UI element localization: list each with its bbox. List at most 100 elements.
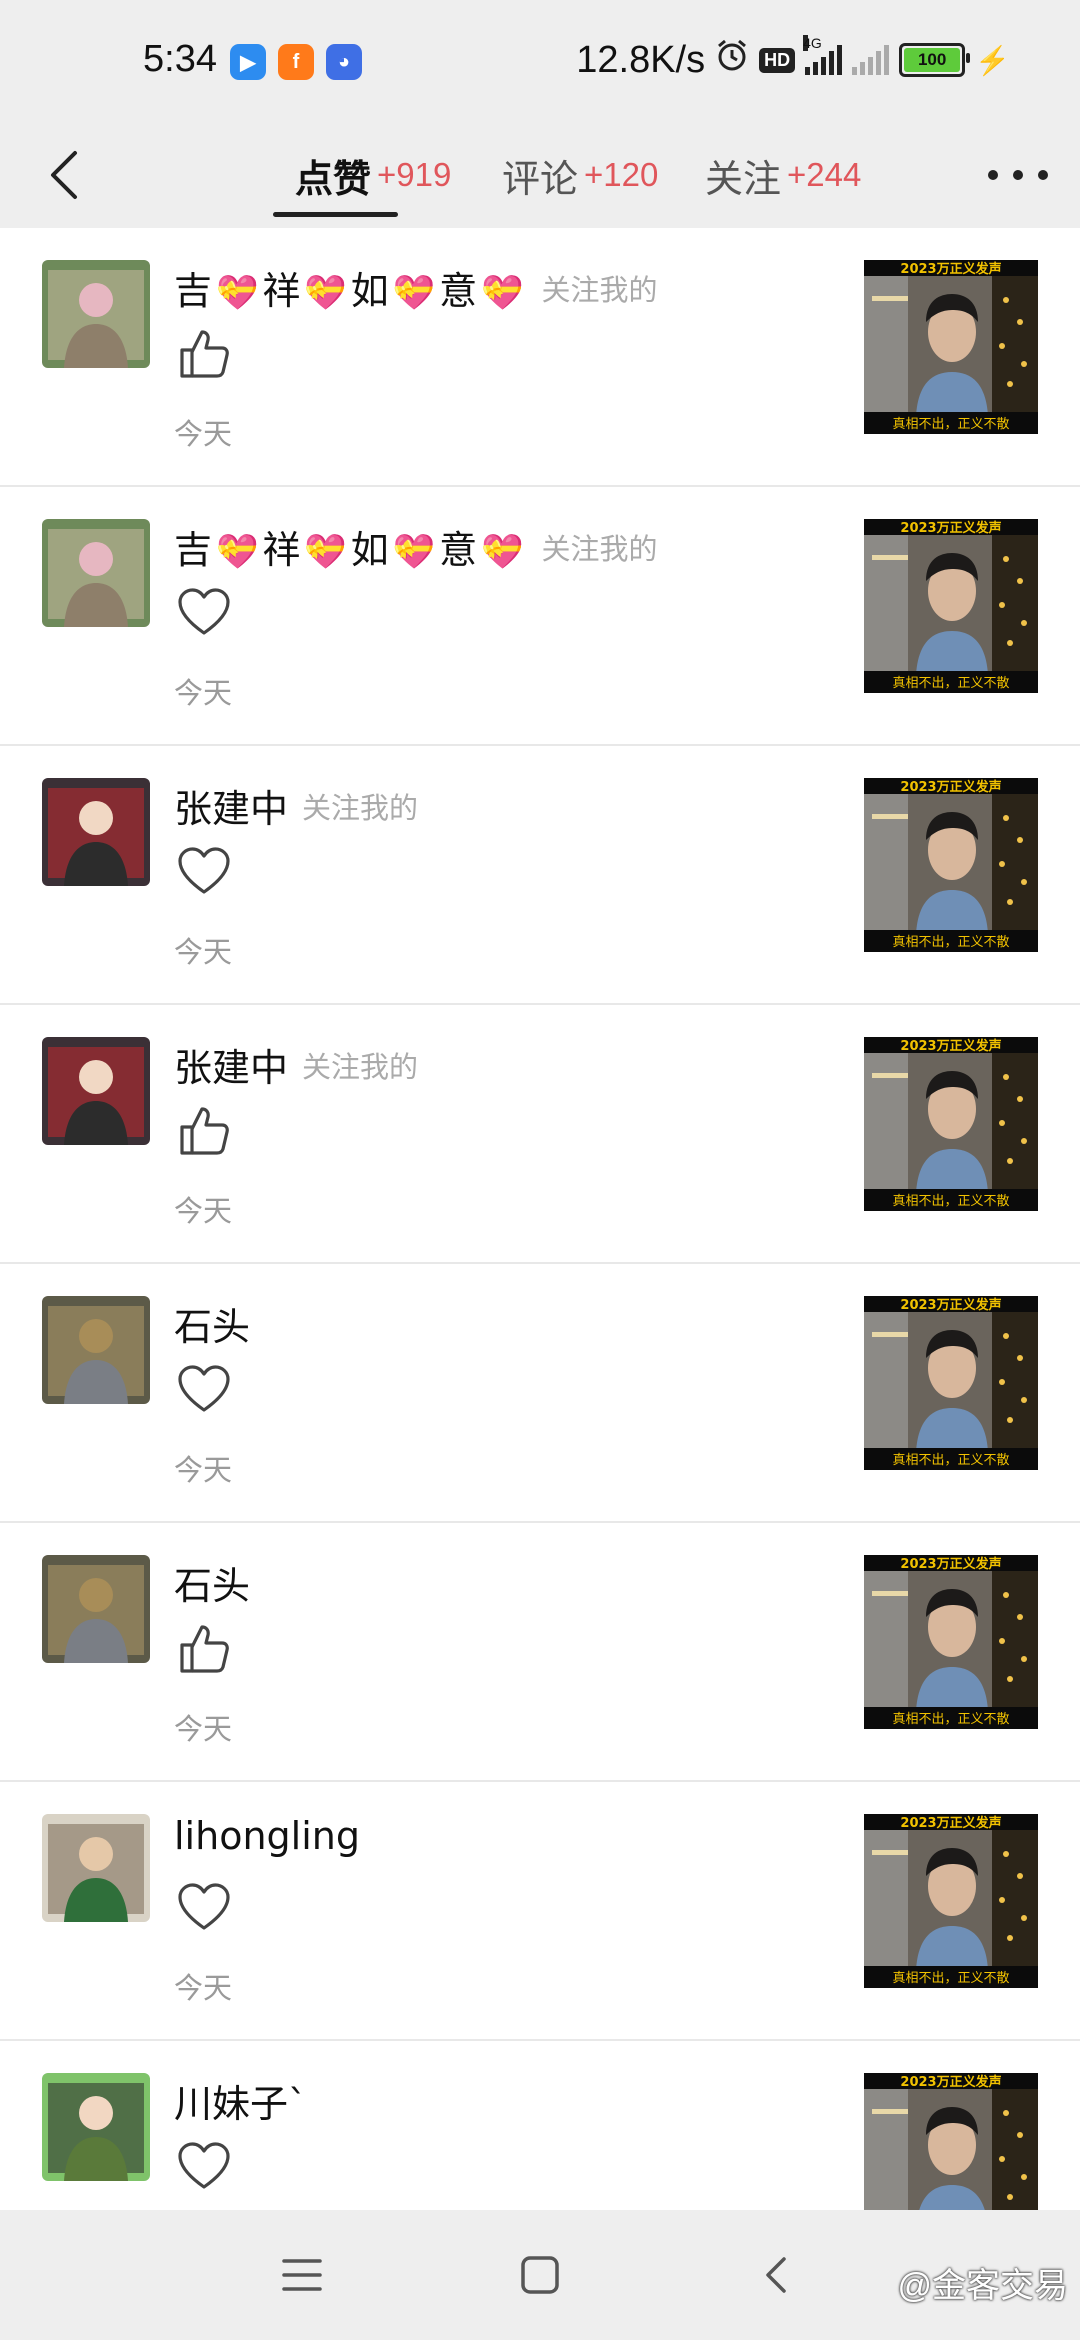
- name-char: 意: [439, 528, 478, 572]
- thumbs-up-icon: [176, 1103, 232, 1159]
- timestamp: 今天: [174, 935, 233, 969]
- signal-icon: 4G: [803, 35, 843, 75]
- thumbnail-title: 2023万正义发声: [900, 521, 1002, 536]
- heart-emoji-icon: 💝: [481, 532, 524, 572]
- name-char: 如: [350, 528, 389, 572]
- avatar[interactable]: [42, 1555, 150, 1663]
- user-name[interactable]: 张建中: [174, 778, 288, 833]
- tab-count: +919: [377, 156, 452, 193]
- menu-button[interactable]: [277, 2250, 327, 2300]
- user-name[interactable]: 吉 💝 祥 💝 如 💝 意 💝: [174, 519, 527, 574]
- avatar[interactable]: [42, 1814, 150, 1922]
- tab-label: 关注: [705, 156, 782, 201]
- tab-count: +244: [787, 156, 862, 193]
- tab-count: +120: [584, 156, 659, 193]
- net-speed: 12.8K/s: [576, 38, 706, 81]
- timestamp: 今天: [174, 1971, 233, 2005]
- list-item[interactable]: 石头 今天 2023万正义发声 真相不出，正义不散: [0, 1264, 1080, 1523]
- active-tab-indicator: [273, 212, 398, 217]
- user-name[interactable]: 川妹子`: [174, 2073, 307, 2128]
- name-line: lihongling: [174, 1814, 360, 1858]
- video-thumbnail[interactable]: 2023万正义发声真相不出，正义不散: [864, 1814, 1038, 1988]
- more-dot-icon: [1038, 170, 1048, 180]
- header: 点赞 +919 评论 +120 关注 +244: [0, 120, 1080, 228]
- follow-status: 关注我的: [302, 790, 419, 825]
- list-item[interactable]: lihongling 今天 2023万正义发声 真相不出，正义不散: [0, 1782, 1080, 2041]
- home-button[interactable]: [515, 2250, 565, 2300]
- name-char: 吉: [174, 528, 213, 572]
- tab-label: 评论: [502, 156, 579, 201]
- list-item[interactable]: 吉 💝 祥 💝 如 💝 意 💝 关注我的 今天 2023万正义发声 真相不出，正义不散: [0, 228, 1080, 487]
- heart-icon: [176, 585, 232, 641]
- video-thumbnail[interactable]: 2023万正义发声真相不出，正义不散: [864, 1296, 1038, 1470]
- user-name[interactable]: 石头: [174, 1296, 250, 1351]
- heart-icon: [176, 1362, 232, 1418]
- thumbnail-title: 2023万正义发声: [900, 1816, 1002, 1831]
- user-name[interactable]: 吉 💝 祥 💝 如 💝 意 💝: [174, 260, 527, 315]
- follow-status: 关注我的: [541, 531, 658, 566]
- tab-bar: 点赞 +919 评论 +120 关注 +244: [0, 120, 1080, 228]
- more-button[interactable]: [988, 155, 1048, 195]
- avatar[interactable]: [42, 1037, 150, 1145]
- qq-app-icon: ◕: [326, 44, 362, 80]
- avatar[interactable]: [42, 260, 150, 368]
- battery-level: 100: [917, 50, 947, 69]
- timestamp: 今天: [174, 1712, 233, 1746]
- video-thumbnail[interactable]: 2023万正义发声真相不出，正义不散: [864, 519, 1038, 693]
- tab-follows[interactable]: 关注 +244: [705, 140, 861, 210]
- heart-emoji-icon: 💝: [481, 273, 524, 313]
- video-thumbnail[interactable]: 2023万正义发声真相不出，正义不散: [864, 2073, 1038, 2228]
- video-thumbnail[interactable]: 2023万正义发声真相不出，正义不散: [864, 260, 1038, 434]
- video-thumbnail[interactable]: 2023万正义发声真相不出，正义不散: [864, 778, 1038, 952]
- name-char: 祥: [262, 528, 301, 572]
- notification-list: 吉 💝 祥 💝 如 💝 意 💝 关注我的 今天 2023万正义发声 真相不出，正义不散吉 💝 祥 💝 如 💝 意 💝…: [0, 228, 1080, 2228]
- user-name[interactable]: 张建中: [174, 1037, 288, 1092]
- heart-emoji-icon: 💝: [392, 273, 436, 313]
- heart-emoji-icon: 💝: [304, 532, 347, 572]
- avatar[interactable]: [42, 2073, 150, 2181]
- tab-comments[interactable]: 评论 +120: [502, 140, 658, 210]
- thumbs-up-icon: [176, 1621, 232, 1677]
- nav-back-icon: [766, 2257, 786, 2293]
- thumbnail-caption: 真相不出，正义不散: [892, 1453, 1010, 1468]
- follow-status: 关注我的: [302, 1049, 419, 1084]
- name-line: 张建中 关注我的: [174, 778, 418, 833]
- thumbnail-caption: 真相不出，正义不散: [892, 1712, 1010, 1727]
- name-line: 石头: [174, 1555, 250, 1610]
- thumbnail-caption: 真相不出，正义不散: [892, 935, 1010, 950]
- avatar[interactable]: [42, 519, 150, 627]
- list-item[interactable]: 张建中 关注我的今天 2023万正义发声 真相不出，正义不散: [0, 746, 1080, 1005]
- thumbnail-title: 2023万正义发声: [900, 1557, 1002, 1572]
- thumbs-up-icon: [176, 326, 232, 382]
- list-item[interactable]: 川妹子` 2023万正义发声真相不出，正义不散: [0, 2041, 1080, 2228]
- name-char: 吉: [174, 269, 213, 313]
- heart-emoji-icon: 💝: [216, 532, 259, 572]
- tab-likes[interactable]: 点赞 +919: [295, 140, 451, 210]
- list-item[interactable]: 张建中 关注我的 今天 2023万正义发声 真相不出，正义不散: [0, 1005, 1080, 1264]
- list-item[interactable]: 吉 💝 祥 💝 如 💝 意 💝 关注我的今天 2023万正义发声 真相不出，正义不散: [0, 487, 1080, 746]
- charging-icon: ⚡: [975, 44, 1010, 76]
- nav-back-button[interactable]: [752, 2250, 802, 2300]
- timestamp: 今天: [174, 676, 233, 710]
- name-char: 意: [439, 269, 478, 313]
- avatar[interactable]: [42, 778, 150, 886]
- home-icon: [521, 2256, 559, 2294]
- thumbnail-title: 2023万正义发声: [900, 1039, 1002, 1054]
- signal-2-icon: [852, 45, 890, 75]
- menu-icon: [282, 2259, 322, 2291]
- list-item[interactable]: 石头今天 2023万正义发声 真相不出，正义不散: [0, 1523, 1080, 1782]
- thumbnail-caption: 真相不出，正义不散: [892, 1971, 1010, 1986]
- heart-icon: [176, 2139, 232, 2195]
- avatar[interactable]: [42, 1296, 150, 1404]
- heart-icon: [176, 844, 232, 900]
- video-thumbnail[interactable]: 2023万正义发声真相不出，正义不散: [864, 1037, 1038, 1211]
- alarm-icon: [715, 38, 749, 82]
- video-thumbnail[interactable]: 2023万正义发声真相不出，正义不散: [864, 1555, 1038, 1729]
- name-line: 石头: [174, 1296, 250, 1351]
- watermark: @金客交易: [897, 2267, 1068, 2305]
- network-type: 4G: [803, 35, 822, 51]
- user-name[interactable]: 石头: [174, 1555, 250, 1610]
- status-bar: 5:34 ▶ f ◕ 12.8K/s HD 4G 100 ⚡: [0, 0, 1080, 120]
- user-name[interactable]: lihongling: [174, 1814, 360, 1858]
- name-char: 祥: [262, 269, 301, 313]
